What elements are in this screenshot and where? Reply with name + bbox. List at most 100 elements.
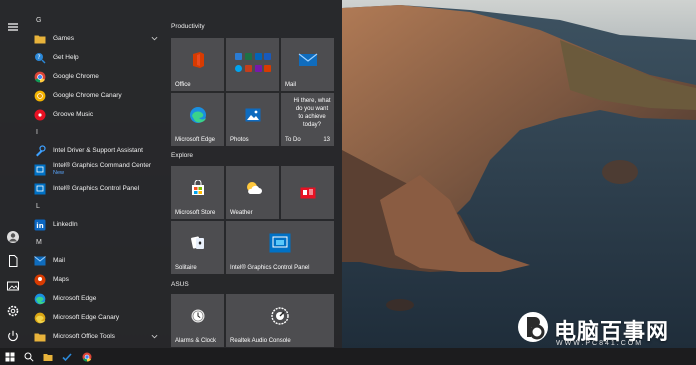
user-avatar-icon[interactable] <box>5 229 21 245</box>
intel-graphics-icon <box>34 164 46 176</box>
app-label: Maps <box>53 275 69 283</box>
edge-canary-icon <box>34 312 46 324</box>
app-label: Microsoft Edge Canary <box>53 313 120 321</box>
linkedin-icon: in <box>34 219 46 231</box>
app-label: Get Help <box>53 53 79 61</box>
intel-graphics-icon <box>34 183 46 195</box>
letter-header-l[interactable]: L <box>26 198 166 215</box>
pictures-icon[interactable] <box>5 278 21 294</box>
tile-label: Intel® Graphics Control Panel <box>230 265 310 271</box>
mail-icon <box>298 53 317 67</box>
office-icon <box>192 52 204 69</box>
app-label: Google Chrome Canary <box>53 91 122 99</box>
groove-music-icon <box>34 109 46 121</box>
tile-label: Weather <box>230 210 253 216</box>
chrome-canary-icon <box>34 90 46 102</box>
maps-icon <box>34 274 46 286</box>
tile-label: To Do <box>285 137 301 143</box>
app-list-item[interactable]: Google Chrome Canary <box>26 86 166 105</box>
tile-label: Mail <box>285 82 297 88</box>
tile-photos[interactable]: Photos <box>226 93 279 146</box>
settings-gear-icon[interactable] <box>5 303 21 319</box>
store-bag-icon <box>191 180 204 196</box>
tile-microsoft-store[interactable]: Microsoft Store <box>171 166 224 219</box>
app-list[interactable]: G Games? Get Help Google Chrome Google Chrom… <box>26 12 166 348</box>
app-label: Microsoft Office Tools <box>53 332 115 340</box>
taskbar <box>0 348 696 365</box>
documents-icon[interactable] <box>5 253 21 269</box>
tile-intel-graphics-control-panel[interactable]: Intel® Graphics Control Panel <box>226 221 334 274</box>
office-apps-icon <box>234 52 271 72</box>
tile-office-apps-folder[interactable] <box>226 38 279 91</box>
photos-icon <box>245 108 260 122</box>
todo-count-badge: 13 <box>323 137 330 143</box>
tile-label: Realtek Audio Console <box>230 338 291 344</box>
mail-icon <box>34 255 46 267</box>
start-menu: G Games? Get Help Google Chrome Google Chrom… <box>0 0 342 348</box>
app-list-item[interactable]: Microsoft Office Tools <box>26 327 166 346</box>
search-icon[interactable] <box>22 350 36 363</box>
chrome-icon[interactable] <box>80 350 94 363</box>
app-label: LinkedIn <box>53 220 78 228</box>
letter-header-i[interactable]: I <box>26 124 166 141</box>
tile-news[interactable] <box>281 166 334 219</box>
tile-label: Microsoft Store <box>175 210 216 216</box>
tile-solitaire[interactable]: Solitaire <box>171 221 224 274</box>
weather-sun-cloud-icon <box>246 182 262 195</box>
tiles-panel: Productivity Office Mail Microsoft Edge … <box>166 0 342 348</box>
letter-header-g[interactable]: G <box>26 12 166 29</box>
tile-realtek-audio-console[interactable]: Realtek Audio Console <box>226 294 334 347</box>
app-list-item[interactable]: Google Chrome <box>26 67 166 86</box>
tile-label: Microsoft Edge <box>175 137 216 143</box>
todo-message: Hi there, what do you want to achieve to… <box>293 98 331 128</box>
edge-icon <box>34 293 46 305</box>
app-list-item[interactable]: Microsoft Edge Canary <box>26 308 166 327</box>
app-list-item[interactable]: Microsoft Edge <box>26 289 166 308</box>
app-list-item[interactable]: Mail <box>26 251 166 270</box>
app-label: Groove Music <box>53 110 94 118</box>
app-label: Games <box>53 34 74 42</box>
app-label: Intel® Graphics Command Center <box>53 162 151 169</box>
svg-text:in: in <box>36 222 43 230</box>
app-label: Intel® Graphics Control Panel <box>53 184 140 192</box>
tile-microsoft-edge[interactable]: Microsoft Edge <box>171 93 224 146</box>
app-list-item[interactable]: Maps <box>26 270 166 289</box>
tile-weather[interactable]: Weather <box>226 166 279 219</box>
windows-start-icon[interactable] <box>3 350 17 363</box>
folder-icon <box>34 33 46 45</box>
tile-label: Solitaire <box>175 265 197 271</box>
watermark: 电脑百事网 WWW.PC841.COM <box>516 306 696 350</box>
letter-header-m[interactable]: M <box>26 234 166 251</box>
app-sublabel: New <box>53 169 65 176</box>
tile-office[interactable]: Office <box>171 38 224 91</box>
hamburger-menu-icon[interactable] <box>5 19 21 35</box>
app-list-item[interactable]: Intel® Graphics Command Center New <box>26 160 166 179</box>
chevron-down-icon[interactable] <box>151 35 158 42</box>
app-list-item[interactable]: Groove Music <box>26 105 166 124</box>
tile-to-do[interactable]: Hi there, what do you want to achieve to… <box>281 93 334 146</box>
power-icon[interactable] <box>5 328 21 344</box>
intel-driver-icon <box>34 144 46 157</box>
app-list-item[interactable]: Games <box>26 29 166 48</box>
app-list-item[interactable]: Intel® Graphics Control Panel <box>26 179 166 198</box>
app-list-item[interactable]: ? Get Help <box>26 48 166 67</box>
edge-icon <box>189 107 206 124</box>
start-rail <box>0 0 26 348</box>
intel-graphics-icon <box>269 233 291 253</box>
tile-mail[interactable]: Mail <box>281 38 334 91</box>
app-label: Mail <box>53 256 65 264</box>
file-explorer-icon[interactable] <box>41 350 55 363</box>
get-help-icon: ? <box>34 52 46 64</box>
app-list-item[interactable]: Intel Driver & Support Assistant <box>26 141 166 160</box>
app-label: Google Chrome <box>53 72 99 80</box>
svg-text:?: ? <box>37 54 40 61</box>
tile-alarms-clock[interactable]: Alarms & Clock <box>171 294 224 347</box>
todo-check-icon[interactable] <box>60 350 74 363</box>
chrome-icon <box>34 71 46 83</box>
news-icon <box>300 187 315 198</box>
watermark-url: WWW.PC841.COM <box>556 340 644 347</box>
folder-icon <box>34 331 46 343</box>
app-list-item[interactable]: in LinkedIn <box>26 215 166 234</box>
tile-label: Alarms & Clock <box>175 338 217 344</box>
chevron-down-icon[interactable] <box>151 333 158 340</box>
